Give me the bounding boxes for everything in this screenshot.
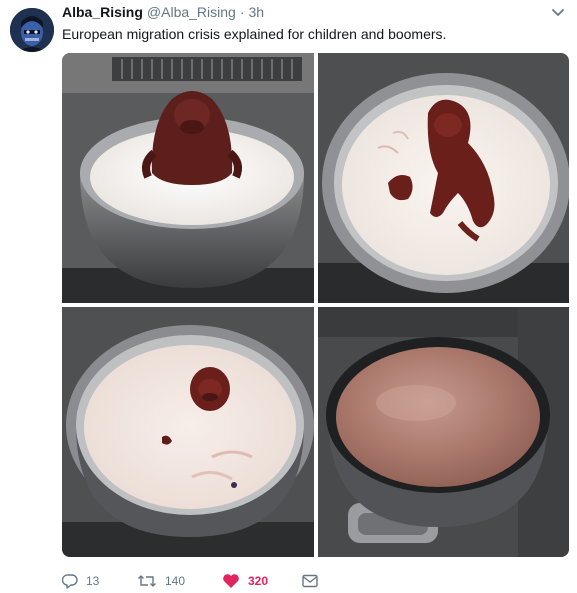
photo-2[interactable] bbox=[318, 53, 569, 303]
reply-button[interactable]: 13 bbox=[62, 572, 99, 590]
reply-icon bbox=[62, 573, 78, 589]
retweet-button[interactable]: 140 bbox=[137, 572, 185, 590]
envelope-icon bbox=[302, 574, 318, 588]
reply-count: 13 bbox=[86, 574, 100, 588]
tweet-header: Alba_Rising @Alba_Rising · 3h bbox=[62, 4, 264, 22]
like-count: 320 bbox=[248, 574, 269, 588]
separator-dot: · bbox=[239, 4, 245, 20]
display-name[interactable]: Alba_Rising bbox=[62, 4, 143, 20]
direct-message-button[interactable] bbox=[302, 572, 318, 590]
user-handle[interactable]: @Alba_Rising bbox=[147, 4, 236, 20]
avatar-image bbox=[10, 8, 54, 52]
tweet-actions: 13 140 320 bbox=[62, 572, 362, 590]
photo-3[interactable] bbox=[62, 307, 314, 557]
photo-4[interactable] bbox=[318, 307, 569, 557]
chevron-down-icon[interactable] bbox=[550, 6, 566, 20]
media-grid bbox=[62, 53, 569, 557]
like-button[interactable]: 320 bbox=[222, 572, 268, 590]
retweet-count: 140 bbox=[165, 574, 186, 588]
heart-icon bbox=[222, 573, 240, 589]
timestamp[interactable]: 3h bbox=[249, 4, 265, 20]
retweet-icon bbox=[137, 573, 157, 589]
tweet-text: European migration crisis explained for … bbox=[62, 26, 447, 42]
photo-1[interactable] bbox=[62, 53, 314, 303]
avatar[interactable] bbox=[10, 8, 54, 52]
